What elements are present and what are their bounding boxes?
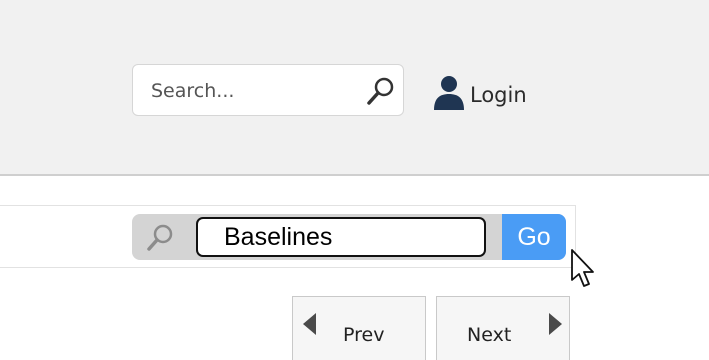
search-query-input[interactable] (198, 219, 484, 255)
arrow-left-icon (303, 313, 316, 335)
next-label: Next (467, 324, 512, 346)
search-icon[interactable] (365, 75, 397, 107)
search-bar: Go (132, 214, 566, 260)
search-field[interactable] (196, 217, 486, 257)
prev-button[interactable]: Prev (292, 296, 426, 360)
go-button[interactable]: Go (502, 214, 566, 260)
user-icon (434, 76, 464, 110)
next-button[interactable]: Next (436, 296, 570, 360)
magnifier-icon (147, 224, 173, 251)
login-link[interactable]: Login (432, 72, 527, 112)
search-toolbar: Go (0, 205, 576, 268)
prev-label: Prev (343, 324, 385, 346)
mouse-cursor-icon (571, 249, 594, 287)
header-search-input[interactable] (151, 77, 351, 105)
header-search-box[interactable] (132, 64, 404, 116)
site-header: Login (0, 0, 709, 176)
arrow-right-icon (549, 313, 562, 335)
login-label: Login (470, 83, 527, 107)
